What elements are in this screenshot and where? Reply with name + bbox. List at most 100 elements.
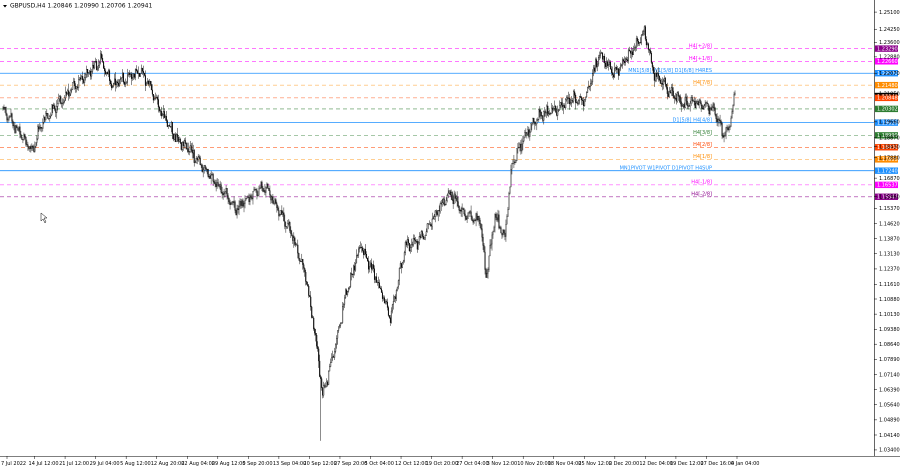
price-tick-label: 1.09380 <box>879 327 900 333</box>
time-tick-label: 20 Sep 12:00 <box>303 461 336 467</box>
time-tick-label: 27 Oct 04:00 <box>456 461 489 467</box>
price-tick-label: 1.10130 <box>879 312 900 318</box>
time-tick-label: 12 Aug 20:00 <box>151 461 185 467</box>
level-label: H4[-2/8] <box>691 192 712 198</box>
candle <box>587 86 589 93</box>
time-tick-label: 29 Aug 12:00 <box>212 461 246 467</box>
price-tick-label: 1.08640 <box>879 342 900 348</box>
candle <box>17 127 19 131</box>
candle <box>51 104 53 116</box>
candle <box>676 91 678 103</box>
time-tick-label: 3 Nov 12:00 <box>487 461 518 467</box>
price-tick-label: 1.04140 <box>879 433 900 439</box>
price-tag-label: 1.21480 <box>877 83 898 89</box>
time-tick-label: 13 Sep 04:00 <box>273 461 306 467</box>
level-label: H4[2/8] <box>693 142 712 148</box>
time-tick-label: 25 Nov 12:00 <box>578 461 612 467</box>
candle <box>260 181 262 189</box>
price-tick-label: 1.16870 <box>879 176 900 182</box>
price-tick-label: 1.15960 <box>879 194 900 200</box>
time-tick-label: 12 Oct 12:00 <box>395 461 428 467</box>
candle <box>166 119 168 128</box>
chart-header: GBPUSD,H4 1.20846 1.20990 1.20706 1.2094… <box>3 3 152 10</box>
time-tick-label: 10 Nov 20:00 <box>517 461 551 467</box>
level-label: H4[1/8] <box>693 154 712 160</box>
time-tick-label: 12 Dec 04:00 <box>639 461 673 467</box>
candle <box>185 142 187 150</box>
candle <box>245 197 247 201</box>
price-tick-label: 1.18870 <box>879 136 900 142</box>
symbol-info: GBPUSD,H4 1.20846 1.20990 1.20706 1.2094… <box>10 3 152 10</box>
candle <box>465 215 467 221</box>
candle <box>565 97 567 110</box>
price-tag-label: 1.16537 <box>877 183 898 189</box>
candle <box>426 223 428 233</box>
price-tag-label: 1.20302 <box>877 107 898 113</box>
price-tick-label: 1.06390 <box>879 387 900 393</box>
time-tick-label: 27 Dec 16:00 <box>700 461 734 467</box>
candle <box>15 125 17 134</box>
price-tick-label: 1.23600 <box>879 40 900 46</box>
candle <box>268 188 270 192</box>
candle <box>393 295 395 303</box>
candle <box>408 242 410 252</box>
candle <box>401 262 403 269</box>
candle <box>467 212 469 219</box>
price-tick-label: 1.24250 <box>879 27 900 33</box>
time-tick-label: 19 Oct 20:00 <box>426 461 459 467</box>
price-tick-label: 1.17880 <box>879 156 900 162</box>
candle <box>311 305 313 319</box>
candle <box>516 148 518 162</box>
time-tick-label: 14 Jul 12:00 <box>29 461 59 467</box>
price-tick-label: 1.14620 <box>879 221 900 227</box>
candle <box>313 316 315 331</box>
candle <box>345 288 347 299</box>
time-tick-label: 19 Dec 12:00 <box>670 461 704 467</box>
candle <box>530 123 532 133</box>
candle <box>180 142 182 151</box>
candle <box>350 272 352 289</box>
level-label: H4[-1/8] <box>691 180 712 186</box>
candle <box>280 209 282 216</box>
candle <box>462 207 464 210</box>
candle <box>201 163 203 173</box>
price-tick-label: 1.18430 <box>879 144 900 150</box>
time-tick-label: 22 Aug 04:00 <box>181 461 215 467</box>
candle <box>364 248 366 256</box>
time-tick-label: 4 Jan 04:00 <box>731 461 759 467</box>
price-tick-label: 1.03400 <box>879 448 900 454</box>
candle <box>451 191 453 201</box>
time-tick-label: 2 Dec 20:00 <box>609 461 639 467</box>
price-tick-label: 1.12370 <box>879 267 900 273</box>
candle <box>508 191 510 210</box>
candle <box>47 113 49 119</box>
candle <box>328 370 330 386</box>
candle <box>139 73 141 77</box>
price-tick-label: 1.19660 <box>879 120 900 126</box>
price-tick-label: 1.04890 <box>879 418 900 424</box>
time-tick-label: 21 Jul 12:00 <box>59 461 89 467</box>
price-tick-label: 1.22070 <box>879 71 900 77</box>
candle <box>279 213 281 217</box>
price-tick-label: 1.21050 <box>879 92 900 98</box>
time-tick-label: 29 Jul 04:00 <box>90 461 120 467</box>
level-label: H4[+1/8] <box>689 56 712 62</box>
candle <box>72 82 74 90</box>
price-tag-label: 1.17240 <box>877 168 898 174</box>
level-label: H4[7/8] <box>693 80 712 86</box>
price-tick-label: 1.13130 <box>879 251 900 257</box>
candle <box>316 333 318 349</box>
price-tick-label: 1.22880 <box>879 55 900 61</box>
price-tick-label: 1.11610 <box>879 282 900 288</box>
price-tick-label: 1.05640 <box>879 403 900 409</box>
level-label: MN1PIVOT W1PIVOT D1PIVOT H4SUP <box>620 165 712 171</box>
candle <box>103 61 105 69</box>
price-chart[interactable]: H4[+2/8] 1.23290H4[+1/8] 1.22660MN1[5/8] W… <box>0 0 900 468</box>
price-tick-label: 1.25100 <box>879 10 900 16</box>
candle <box>138 72 140 77</box>
level-label: H4[3/8] <box>693 130 712 136</box>
candle <box>709 106 711 116</box>
price-tick-label: 1.15370 <box>879 206 900 212</box>
time-tick-label: 27 Sep 20:00 <box>334 461 367 467</box>
candle <box>555 104 557 114</box>
